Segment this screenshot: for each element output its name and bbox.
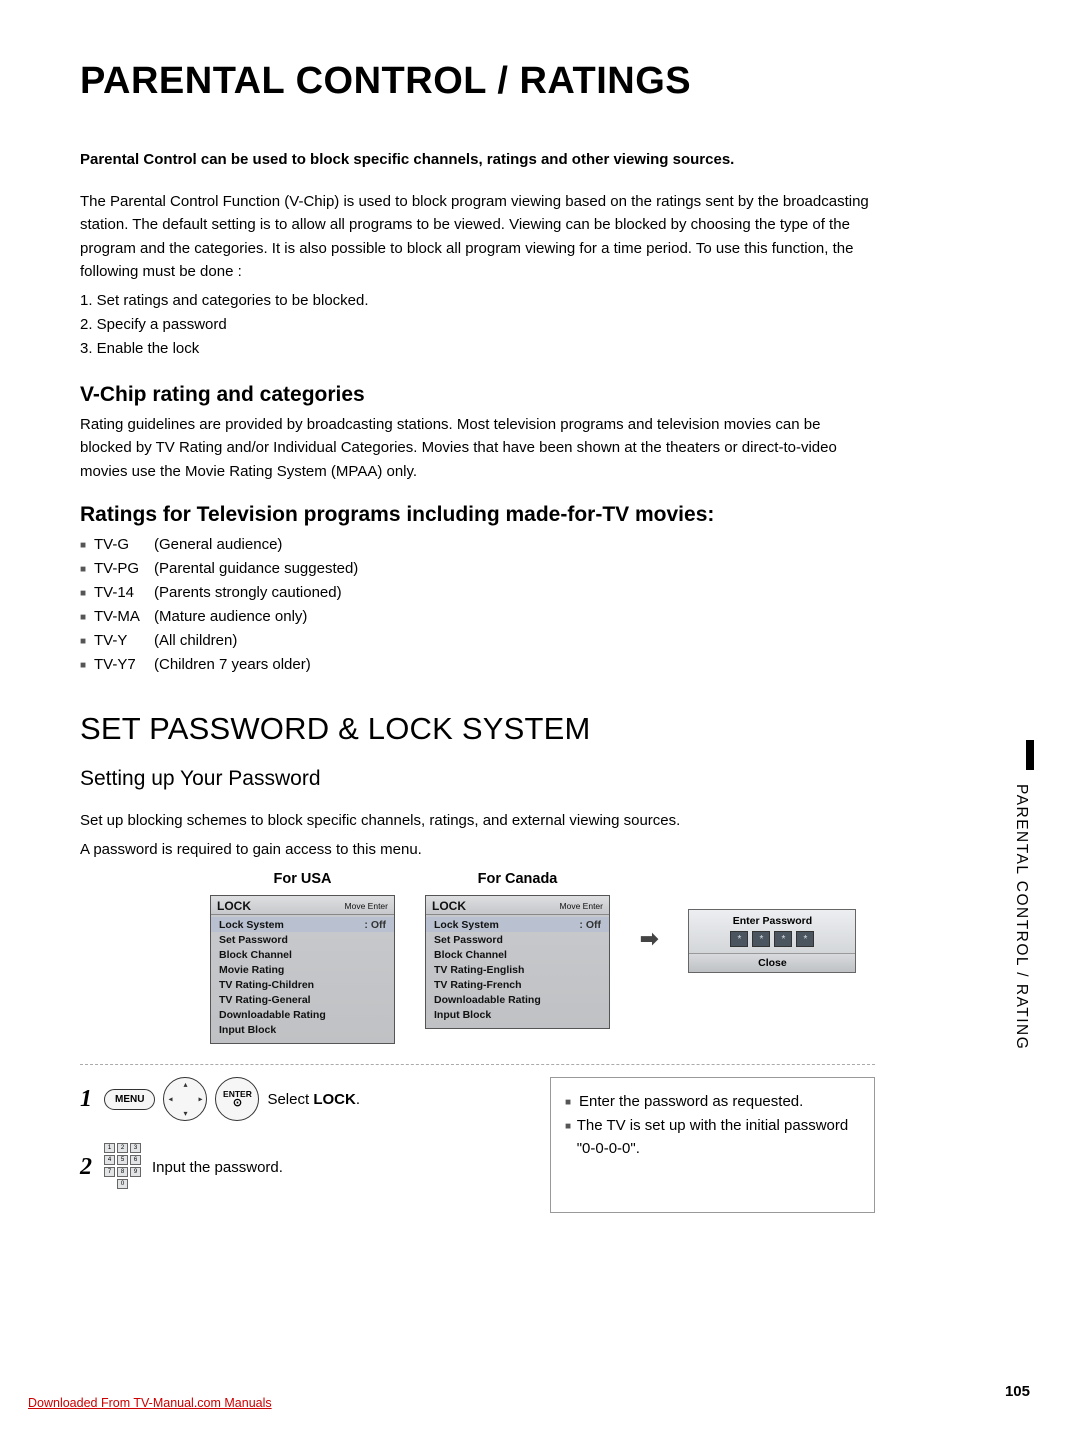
menu-item: Downloadable Rating bbox=[434, 994, 601, 1006]
menu-value: : Off bbox=[364, 919, 386, 931]
menu-item: Lock System bbox=[434, 919, 579, 931]
ratings-list: ■TV-G(General audience) ■TV-PG(Parental … bbox=[80, 533, 875, 677]
osd-menu-canada: LOCK Move Enter Lock System: Off Set Pas… bbox=[425, 895, 610, 1029]
menu-value: : Off bbox=[579, 919, 601, 931]
body-paragraph: Rating guidelines are provided by broadc… bbox=[80, 413, 875, 483]
password-close: Close bbox=[689, 953, 855, 972]
menu-item: Downloadable Rating bbox=[219, 1009, 386, 1021]
section-heading: V-Chip rating and categories bbox=[80, 383, 875, 407]
rating-desc: (Children 7 years older) bbox=[154, 653, 311, 677]
rating-code: TV-PG bbox=[94, 557, 154, 581]
password-digit: * bbox=[730, 931, 748, 947]
bullet-icon: ■ bbox=[80, 653, 94, 677]
subsection-heading: Setting up Your Password bbox=[80, 767, 875, 791]
menu-title: LOCK bbox=[432, 899, 466, 913]
arrow-right-icon: ➡ bbox=[640, 926, 658, 952]
bullet-icon: ■ bbox=[80, 629, 94, 653]
menu-item: Input Block bbox=[434, 1009, 601, 1021]
body-paragraph: A password is required to gain access to… bbox=[80, 838, 875, 861]
download-link[interactable]: Downloaded From TV-Manual.com Manuals bbox=[28, 1396, 272, 1410]
menu-hint: Move Enter bbox=[345, 901, 388, 911]
osd-menu-usa: LOCK Move Enter Lock System: Off Set Pas… bbox=[210, 895, 395, 1044]
note-text: The TV is set up with the initial passwo… bbox=[577, 1114, 860, 1161]
rating-code: TV-G bbox=[94, 533, 154, 557]
body-paragraph: The Parental Control Function (V-Chip) i… bbox=[80, 190, 875, 283]
menu-item: TV Rating-Children bbox=[219, 979, 386, 991]
menu-item: Block Channel bbox=[434, 949, 601, 961]
password-digit: * bbox=[774, 931, 792, 947]
section-heading: Ratings for Television programs includin… bbox=[80, 503, 875, 527]
step-text: Input the password. bbox=[152, 1159, 283, 1176]
remote-dpad-icon: ▴▾◂▸ bbox=[163, 1077, 207, 1121]
side-tab-label: PARENTAL CONTROL / RATING bbox=[1012, 784, 1030, 1050]
tab-marker bbox=[1026, 740, 1034, 770]
password-digit: * bbox=[752, 931, 770, 947]
bullet-icon: ■ bbox=[565, 1114, 577, 1161]
note-text: Enter the password as requested. bbox=[579, 1090, 803, 1113]
remote-menu-button: MENU bbox=[104, 1089, 155, 1110]
menu-item: TV Rating-General bbox=[219, 994, 386, 1006]
menu-caption-canada: For Canada bbox=[425, 871, 610, 887]
intro-text: Parental Control can be used to block sp… bbox=[80, 151, 875, 168]
rating-desc: (General audience) bbox=[154, 533, 282, 557]
remote-enter-button: ENTER⊙ bbox=[215, 1077, 259, 1121]
section-title: SET PASSWORD & LOCK SYSTEM bbox=[80, 711, 875, 747]
bullet-icon: ■ bbox=[80, 557, 94, 581]
menu-hint: Move Enter bbox=[560, 901, 603, 911]
rating-code: TV-Y7 bbox=[94, 653, 154, 677]
menu-item: Input Block bbox=[219, 1024, 386, 1036]
menu-item: Lock System bbox=[219, 919, 364, 931]
password-dialog: Enter Password * * * * Close bbox=[688, 909, 856, 973]
body-paragraph: Set up blocking schemes to block specifi… bbox=[80, 809, 875, 832]
menu-item: Block Channel bbox=[219, 949, 386, 961]
password-digit: * bbox=[796, 931, 814, 947]
side-tab: PARENTAL CONTROL / RATING bbox=[1012, 740, 1034, 1140]
bullet-icon: ■ bbox=[80, 533, 94, 557]
rating-code: TV-Y bbox=[94, 629, 154, 653]
menu-item: TV Rating-English bbox=[434, 964, 601, 976]
step-line: 3. Enable the lock bbox=[80, 337, 875, 361]
bullet-icon: ■ bbox=[80, 581, 94, 605]
menu-item: Movie Rating bbox=[219, 964, 386, 976]
notes-box: ■Enter the password as requested. ■The T… bbox=[550, 1077, 875, 1213]
divider bbox=[80, 1064, 875, 1065]
step-line: 1. Set ratings and categories to be bloc… bbox=[80, 289, 875, 313]
menu-title: LOCK bbox=[217, 899, 251, 913]
menu-caption-usa: For USA bbox=[210, 871, 395, 887]
remote-numpad-icon: 123 456 789 0 bbox=[104, 1143, 144, 1191]
password-title: Enter Password bbox=[689, 910, 855, 931]
menu-item: Set Password bbox=[219, 934, 386, 946]
page-title: PARENTAL CONTROL / RATINGS bbox=[80, 60, 875, 103]
step-line: 2. Specify a password bbox=[80, 313, 875, 337]
rating-desc: (Mature audience only) bbox=[154, 605, 307, 629]
bullet-icon: ■ bbox=[80, 605, 94, 629]
menu-item: Set Password bbox=[434, 934, 601, 946]
page-number: 105 bbox=[1005, 1383, 1030, 1400]
menu-item: TV Rating-French bbox=[434, 979, 601, 991]
rating-desc: (Parents strongly cautioned) bbox=[154, 581, 342, 605]
step-text: Select LOCK. bbox=[267, 1091, 360, 1108]
rating-desc: (Parental guidance suggested) bbox=[154, 557, 358, 581]
rating-code: TV-14 bbox=[94, 581, 154, 605]
bullet-icon: ■ bbox=[565, 1090, 579, 1113]
rating-desc: (All children) bbox=[154, 629, 237, 653]
rating-code: TV-MA bbox=[94, 605, 154, 629]
step-number: 1 bbox=[80, 1086, 96, 1113]
step-number: 2 bbox=[80, 1154, 96, 1181]
